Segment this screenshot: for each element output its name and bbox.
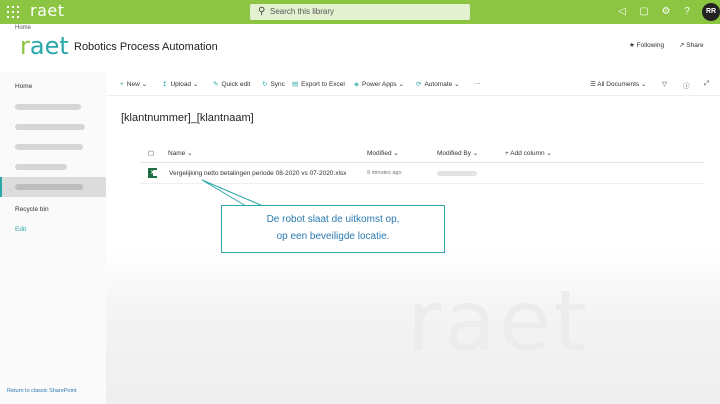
settings-icon[interactable]: ⚙ [659,5,673,19]
plus-icon: + [120,81,124,88]
new-button[interactable]: + New ⌄ [120,80,147,88]
star-icon: ★ [629,42,635,49]
command-bar: + New ⌄ ↥ Upload ⌄ ✎ Quick edit ↻ Sync ▤ Expo… [106,74,720,94]
share-button[interactable]: ↗ Share [679,41,704,49]
nav-item-blurred[interactable] [0,157,106,177]
file-type-column-icon[interactable]: ▢ [148,149,154,157]
redacted-modified-by [437,171,477,176]
upload-button[interactable]: ↥ Upload ⌄ [162,80,198,88]
avatar[interactable]: RR [702,3,720,21]
waffle-icon[interactable] [6,5,20,19]
callout-line-2: op een beveiligde locatie. [276,231,390,242]
redacted-text [15,164,67,170]
site-logo[interactable]: raet [20,32,69,60]
view-selector[interactable]: ☰ All Documents ⌄ [590,80,646,88]
power-apps-button[interactable]: ◈ Power Apps ⌄ [354,80,404,88]
excel-file-icon: x [148,168,157,178]
sync-icon: ↻ [262,81,268,88]
following-label: Following [636,42,665,49]
search-box[interactable]: ⚲ Search this library [250,4,470,20]
suite-bar: raet ⚲ Search this library ◁ ▢ ⚙ ? RR [0,0,720,24]
header-divider [140,162,705,163]
site-title[interactable]: Robotics Process Automation [74,41,218,53]
redacted-text [15,124,85,130]
callout-line-1: De robot slaat de uitkomst op, [266,214,400,225]
suite-logo[interactable]: raet [30,1,65,20]
column-header-name[interactable]: Name ⌄ [168,149,193,157]
quick-edit-icon: ✎ [213,81,219,88]
quick-edit-button[interactable]: ✎ Quick edit [213,80,250,88]
notification-icon[interactable]: ▢ [637,5,651,19]
row-divider [140,183,705,184]
file-name-link[interactable]: Vergelijking netto betalingen periode 08… [169,170,346,177]
share-label: Share [686,42,704,49]
divider [106,95,720,96]
nav-item-home[interactable]: Home [0,77,106,97]
return-classic-link[interactable]: Return to classic SharePoint [7,388,76,394]
list-view-icon: ☰ [590,81,596,88]
watermark-logo: raet [407,272,590,370]
expand-icon[interactable]: ⤢ [704,80,709,88]
redacted-text [15,104,81,110]
search-icon: ⚲ [258,6,266,17]
filter-icon[interactable]: ▽ [662,80,667,88]
nav-item-blurred[interactable] [0,137,106,157]
breadcrumb[interactable]: Home [15,25,31,31]
nav-item-recycle-bin[interactable]: Recycle bin [0,200,106,220]
sync-button[interactable]: ↻ Sync [262,80,285,88]
left-navigation: Home Recycle bin Edit [0,72,106,404]
search-placeholder: Search this library [270,7,335,16]
redacted-text [15,184,83,190]
nav-item-selected[interactable] [0,177,106,197]
automate-button[interactable]: ⟳ Automate ⌄ [416,80,460,88]
redacted-text [15,144,83,150]
info-icon[interactable]: ⓘ [683,80,690,90]
nav-edit-link[interactable]: Edit [0,220,106,240]
column-header-modified[interactable]: Modified ⌄ [367,149,399,157]
more-button[interactable]: ··· [474,80,481,87]
automate-icon: ⟳ [416,81,422,88]
column-header-modified-by[interactable]: Modified By ⌄ [437,149,478,157]
file-modified: 9 minutes ago [367,170,402,176]
library-title: [klantnummer]_[klantnaam] [121,112,254,124]
excel-icon: ▤ [292,81,299,88]
nav-item-blurred[interactable] [0,97,106,117]
export-excel-button[interactable]: ▤ Export to Excel [292,80,345,88]
upload-icon: ↥ [162,81,168,88]
following-button[interactable]: ★ Following [629,41,664,49]
callout-box: De robot slaat de uitkomst op, op een be… [221,205,445,253]
nav-item-blurred[interactable] [0,117,106,137]
megaphone-icon[interactable]: ◁ [615,5,629,19]
power-apps-icon: ◈ [354,81,359,88]
help-icon[interactable]: ? [680,5,694,19]
share-icon: ↗ [679,42,685,49]
add-column-button[interactable]: + Add column ⌄ [505,149,552,157]
